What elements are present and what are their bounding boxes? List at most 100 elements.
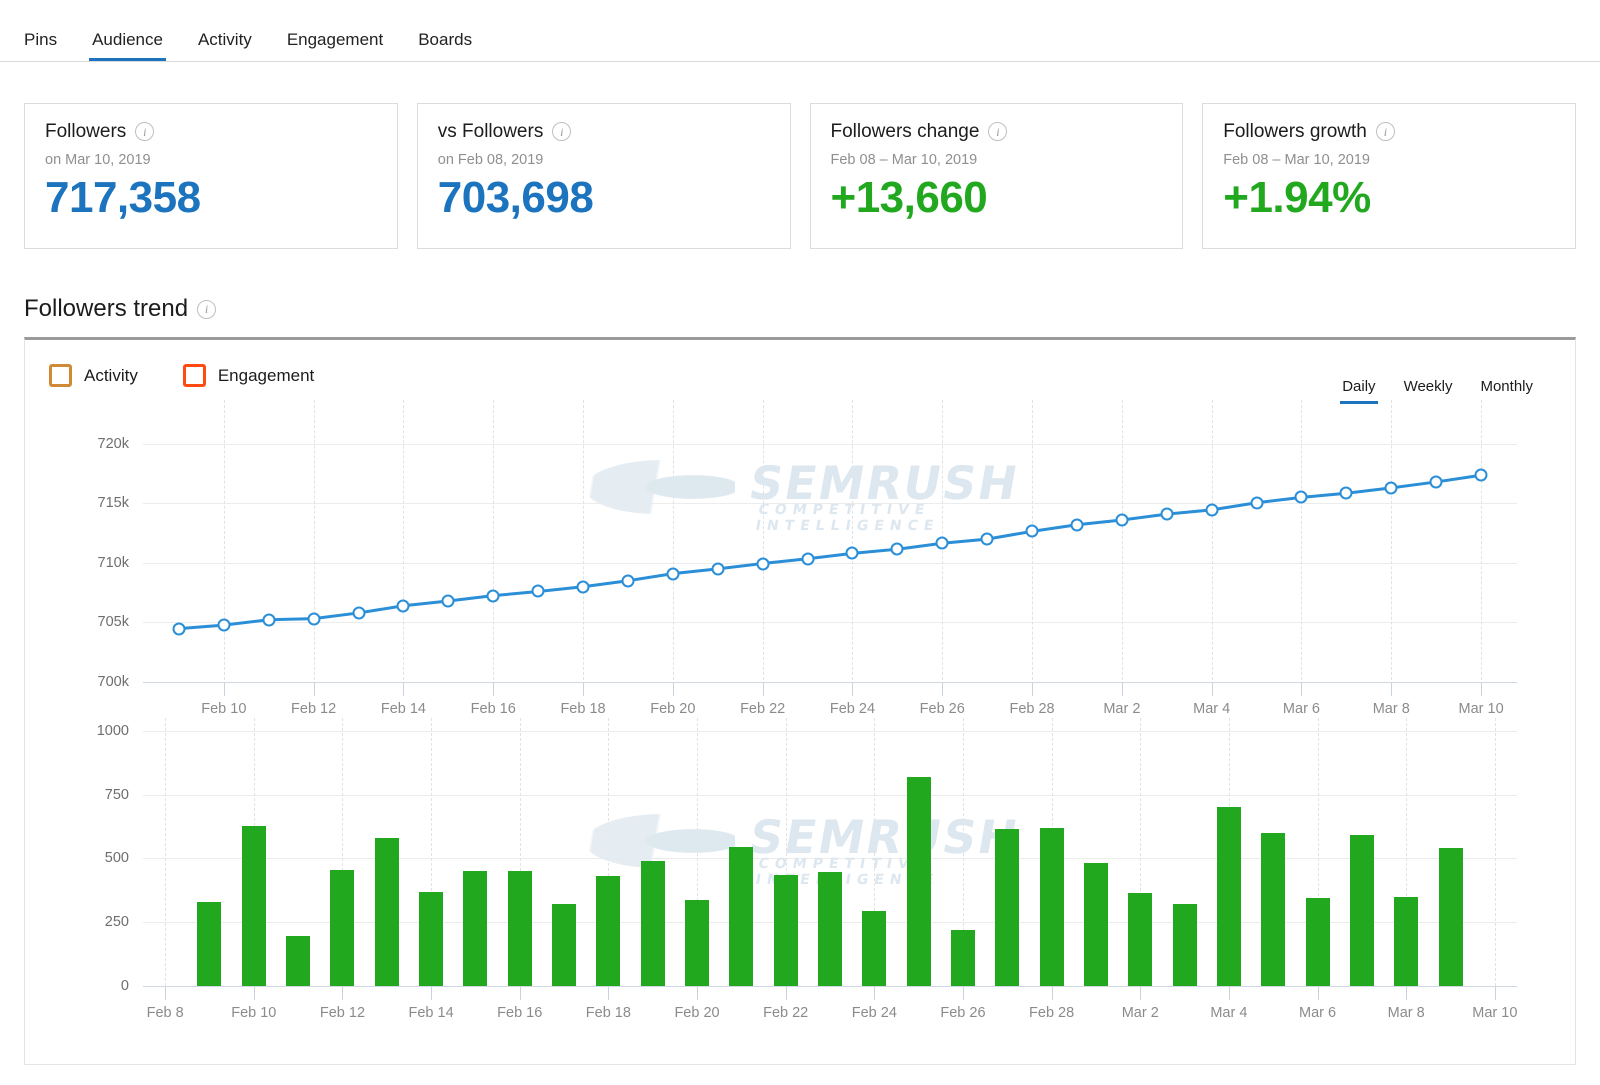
y-axis-tick-label: 0 xyxy=(120,978,129,994)
kpi-card-row: Followers i on Mar 10, 2019 717,358 vs F… xyxy=(24,103,1576,249)
line-data-point[interactable] xyxy=(1339,486,1353,500)
tab-pins[interactable]: Pins xyxy=(24,31,57,61)
info-icon[interactable]: i xyxy=(135,122,155,141)
tab-activity[interactable]: Activity xyxy=(198,31,252,61)
legend-item-engagement[interactable]: Engagement xyxy=(182,364,314,387)
line-data-point[interactable] xyxy=(486,589,500,603)
bar[interactable] xyxy=(596,876,621,986)
x-axis-tick xyxy=(1301,683,1303,696)
bar[interactable] xyxy=(1128,892,1153,986)
x-axis-tick xyxy=(1032,683,1034,696)
line-data-point[interactable] xyxy=(980,532,994,546)
bar[interactable] xyxy=(1261,832,1286,986)
line-data-point[interactable] xyxy=(217,618,231,632)
vertical-gridline xyxy=(1301,400,1303,680)
x-axis-tick-label: Mar 4 xyxy=(1210,1005,1248,1021)
kpi-value: 703,698 xyxy=(437,173,594,222)
bar[interactable] xyxy=(995,829,1020,986)
line-data-point[interactable] xyxy=(711,562,725,576)
checkbox-engagement[interactable] xyxy=(182,364,206,387)
bar[interactable] xyxy=(906,776,931,986)
bar[interactable] xyxy=(1083,863,1108,986)
info-icon[interactable]: i xyxy=(552,122,572,141)
legend-item-activity[interactable]: Activity xyxy=(49,364,138,387)
info-icon[interactable]: i xyxy=(988,122,1008,141)
line-data-point[interactable] xyxy=(1250,496,1264,510)
x-axis-tick xyxy=(1228,987,1230,1000)
bar[interactable] xyxy=(197,901,222,986)
x-axis-tick xyxy=(672,683,674,696)
x-axis-tick xyxy=(1051,987,1053,1000)
bar[interactable] xyxy=(330,869,355,986)
bar[interactable] xyxy=(862,910,887,986)
line-data-point[interactable] xyxy=(1160,507,1174,521)
line-data-point[interactable] xyxy=(1025,524,1039,538)
bar[interactable] xyxy=(685,900,710,986)
y-axis-tick-label: 250 xyxy=(104,914,129,931)
bar[interactable] xyxy=(950,929,975,986)
kpi-header: vs Followers i xyxy=(438,122,770,141)
line-data-point[interactable] xyxy=(845,546,859,560)
kpi-title: Followers xyxy=(45,121,127,142)
y-axis-tick-label: 700k xyxy=(97,674,129,690)
followers-line-chart[interactable]: 700k 705k 710k 715k 720k Feb 10 Feb 12 Feb 14 Fe… xyxy=(25,398,1575,718)
followers-change-bar-chart[interactable]: 0 250 500 750 1000 Feb 8 Feb 10 Feb 12 Feb 14 Feb… xyxy=(25,700,1575,1030)
line-data-point[interactable] xyxy=(1294,490,1308,504)
bar[interactable] xyxy=(1438,848,1463,986)
line-data-point[interactable] xyxy=(1070,518,1084,532)
bar[interactable] xyxy=(507,871,532,986)
vertical-gridline xyxy=(1121,400,1123,680)
line-data-point[interactable] xyxy=(307,612,321,626)
x-axis-tick xyxy=(1121,683,1123,696)
bar[interactable] xyxy=(773,874,798,986)
bar[interactable] xyxy=(374,837,399,986)
bar[interactable] xyxy=(1039,827,1064,986)
line-data-point[interactable] xyxy=(1115,513,1129,527)
bar[interactable] xyxy=(729,846,754,986)
bar[interactable] xyxy=(552,904,577,986)
x-axis-tick xyxy=(1211,683,1213,696)
bar[interactable] xyxy=(640,860,665,986)
info-icon[interactable]: i xyxy=(197,299,217,319)
line-data-point[interactable] xyxy=(262,613,276,627)
line-data-point[interactable] xyxy=(890,542,904,556)
line-data-point[interactable] xyxy=(352,606,366,620)
tab-audience[interactable]: Audience xyxy=(89,31,166,61)
x-axis-tick xyxy=(493,683,495,696)
bar[interactable] xyxy=(818,872,842,986)
line-data-point[interactable] xyxy=(576,580,590,594)
x-axis-tick-label: Feb 24 xyxy=(851,1005,897,1021)
line-data-point[interactable] xyxy=(935,536,949,550)
line-data-point[interactable] xyxy=(621,574,635,588)
semrush-flame-icon xyxy=(585,814,735,868)
bar[interactable] xyxy=(1394,896,1419,986)
bar[interactable] xyxy=(1349,835,1374,986)
line-data-point[interactable] xyxy=(172,622,186,636)
bar[interactable] xyxy=(1216,807,1241,986)
line-data-point[interactable] xyxy=(1474,468,1488,482)
line-data-point[interactable] xyxy=(801,552,815,566)
line-data-point[interactable] xyxy=(531,584,545,598)
line-data-point[interactable] xyxy=(396,599,410,613)
tab-boards[interactable]: Boards xyxy=(418,31,472,61)
chart-legend: Activity Engagement xyxy=(49,364,314,387)
tab-engagement[interactable]: Engagement xyxy=(287,31,383,61)
bar[interactable] xyxy=(463,871,488,986)
bar[interactable] xyxy=(241,826,266,986)
line-data-point[interactable] xyxy=(1205,503,1219,517)
kpi-card-vs-followers: vs Followers i on Feb 08, 2019 703,698 xyxy=(416,103,791,249)
line-data-point[interactable] xyxy=(756,557,770,570)
bar[interactable] xyxy=(286,936,311,986)
bar[interactable] xyxy=(1172,904,1197,986)
line-data-point[interactable] xyxy=(1429,475,1443,489)
checkbox-activity[interactable] xyxy=(49,364,72,387)
tab-label: Engagement xyxy=(286,30,384,49)
info-icon[interactable]: i xyxy=(1375,122,1395,141)
kpi-subtitle: on Feb 08, 2019 xyxy=(437,152,544,168)
line-data-point[interactable] xyxy=(666,567,680,581)
line-data-point[interactable] xyxy=(1384,481,1398,495)
bar[interactable] xyxy=(1305,897,1330,986)
bar[interactable] xyxy=(419,891,444,986)
gridline xyxy=(143,858,1517,860)
line-data-point[interactable] xyxy=(441,594,455,608)
